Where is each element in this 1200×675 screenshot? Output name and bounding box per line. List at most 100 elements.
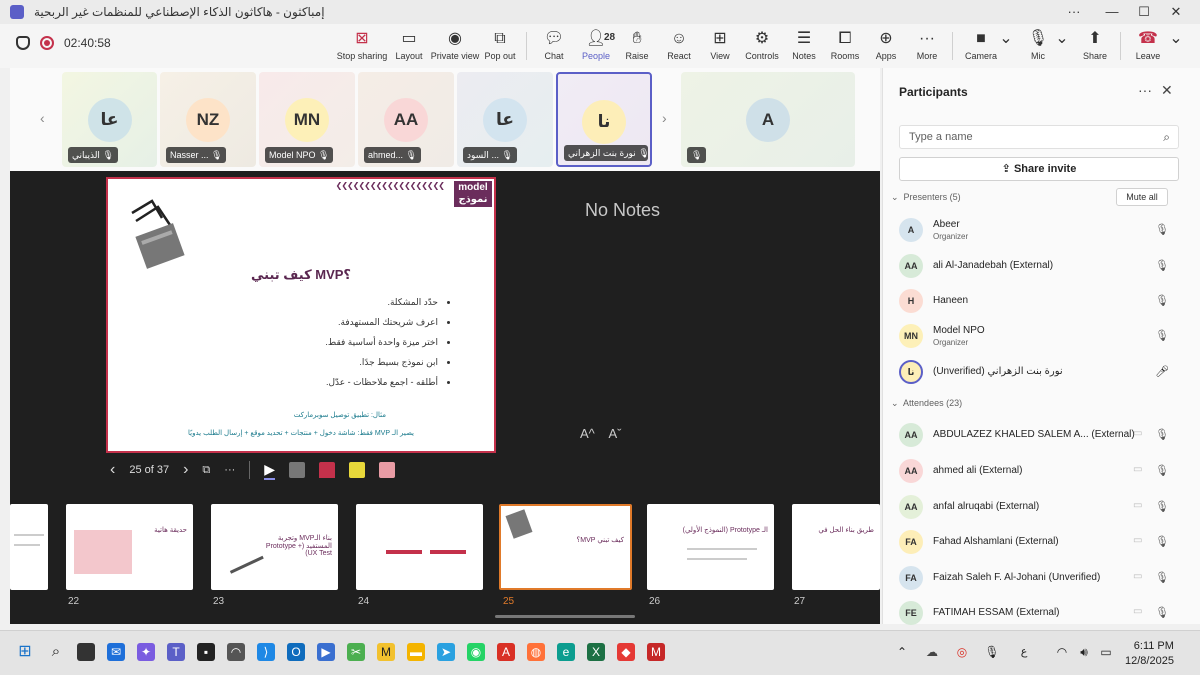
remote-desktop-icon[interactable]: ▶	[317, 643, 335, 661]
view-button[interactable]: ⊞ View	[708, 28, 732, 66]
mute-all-button[interactable]: Mute all	[1116, 188, 1168, 206]
laser-pointer-icon[interactable]: ▶	[264, 461, 276, 480]
raise-hand-button[interactable]: ✋︎ Raise	[625, 28, 649, 66]
battery-icon[interactable]: ▭	[1097, 643, 1115, 661]
whatsapp-icon[interactable]: ◉	[467, 643, 485, 661]
notes-button[interactable]: ☰ Notes	[791, 28, 817, 66]
eraser-icon[interactable]	[289, 462, 306, 478]
pink-pen-icon[interactable]	[379, 462, 396, 478]
previous-slide-button[interactable]: ‹	[110, 461, 115, 479]
leave-options-chevron[interactable]: ⌄	[1169, 28, 1182, 66]
participant-row[interactable]: H Haneen 🎙︎	[897, 286, 1197, 316]
participant-row[interactable]: AA ahmed ali (External) ▭ 🎙︎	[897, 456, 1197, 486]
wifi-icon[interactable]: ◠	[1053, 643, 1071, 661]
participant-tile[interactable]: عا الذيباني 🎙︎	[62, 72, 157, 167]
mail-icon[interactable]: ✉	[107, 643, 125, 661]
red-pen-icon[interactable]	[319, 462, 336, 478]
attendees-section-header[interactable]: ⌄ Attendees (23)	[891, 398, 962, 409]
search-input[interactable]: Type a name ⌕	[899, 125, 1179, 149]
taskbar-clock[interactable]: 6:11 PM 12/8/2025	[1125, 639, 1174, 669]
highlighter-icon[interactable]	[349, 462, 366, 478]
apps-button[interactable]: ⊕ Apps	[874, 28, 898, 66]
file-explorer-icon[interactable]: ▬	[407, 643, 425, 661]
participant-row[interactable]: FE FATIMAH ESSAM (External) ▭ 🎙︎	[897, 598, 1197, 628]
close-icon[interactable]: ✕	[1161, 82, 1173, 99]
windows-start-icon[interactable]: ⊞	[16, 643, 34, 661]
participant-row[interactable]: AA ali Al-Janadebah (External) 🎙︎	[897, 251, 1197, 281]
firefox-icon[interactable]: ◍	[527, 643, 545, 661]
participant-row[interactable]: MN Model NPO Organizer 🎙︎	[897, 321, 1197, 351]
mic-off-icon[interactable]: 🎙︎	[1155, 329, 1169, 342]
telegram-icon[interactable]: ➤	[437, 643, 455, 661]
more-options-icon[interactable]: ···	[1138, 82, 1152, 98]
app-icon[interactable]: ▪	[197, 643, 215, 661]
minimize-button[interactable]: —	[1098, 3, 1126, 21]
participant-row[interactable]: A Abeer Organizer 🎙︎	[897, 215, 1197, 245]
slide-thumbnail[interactable]: بناء الـMVP وتجربة المستفيد (Prototype +…	[211, 504, 338, 590]
search-icon[interactable]: ⌕	[47, 643, 65, 661]
participant-tile-active-speaker[interactable]: نا نورة بنت الزهراني 🎙︎	[556, 72, 652, 167]
volume-icon[interactable]: 🔊︎	[1075, 643, 1093, 661]
more-options-icon[interactable]: ···	[224, 464, 235, 476]
vscode-icon[interactable]: ⟩	[257, 643, 275, 661]
acrobat-icon[interactable]: A	[497, 643, 515, 661]
mic-off-icon[interactable]: 🎙︎	[1155, 259, 1169, 272]
recording-status-icon[interactable]: ◎	[953, 643, 971, 661]
participant-row[interactable]: AA anfal alruqabi (External) ▭ 🎙︎	[897, 492, 1197, 522]
mic-options-chevron[interactable]: ⌄	[1055, 28, 1068, 66]
camera-button[interactable]: ■ Camera	[964, 28, 998, 66]
share-button[interactable]: ⬆ Share	[1082, 28, 1108, 66]
headset-icon[interactable]: ◠	[227, 643, 245, 661]
chevron-right-icon[interactable]: ›	[662, 110, 667, 126]
grid-view-icon[interactable]: ⧉	[202, 464, 210, 477]
mic-off-icon[interactable]: 🎙︎	[1155, 606, 1169, 619]
slide-thumbnail[interactable]: طريق بناء الحل في	[792, 504, 880, 590]
mic-off-icon[interactable]: 🎙︎	[1155, 428, 1169, 441]
slide-thumbnail-partial[interactable]	[10, 504, 48, 590]
thumbnails-scrollbar[interactable]	[495, 615, 635, 618]
presenters-section-header[interactable]: ⌄ Presenters (5)	[891, 192, 961, 203]
mic-off-icon[interactable]: 🎙︎	[1155, 223, 1169, 236]
mic-off-icon[interactable]: 🎙︎	[1155, 500, 1169, 513]
font-decrease-button[interactable]: Aˇ	[609, 426, 622, 441]
maximize-button[interactable]: ☐	[1130, 3, 1158, 21]
layout-button[interactable]: ▭ Layout	[394, 28, 424, 66]
private-view-button[interactable]: ◉ Private view	[431, 28, 480, 66]
edge-icon[interactable]: e	[557, 643, 575, 661]
controls-button[interactable]: ⚙ Controls	[745, 28, 779, 66]
pop-out-button[interactable]: ⧉ Pop out	[484, 28, 516, 66]
participant-tile[interactable]: MN Model NPO 🎙︎	[259, 72, 355, 167]
participant-row[interactable]: AA ABDULAZEZ KHALED SALEM A... (External…	[897, 420, 1197, 450]
close-window-button[interactable]: ✕	[1162, 3, 1190, 21]
slide-thumbnail[interactable]: حديقة هاتية	[66, 504, 193, 590]
chat-button[interactable]: 💬︎ Chat	[541, 28, 567, 66]
participant-tile[interactable]: A 🎙︎	[681, 72, 855, 167]
chevron-left-icon[interactable]: ‹	[40, 110, 45, 126]
people-button[interactable]: 👤︎ 28 People	[580, 28, 615, 70]
slide-thumbnail-current[interactable]: كيف تبني MVP؟	[499, 504, 632, 590]
miro-icon[interactable]: M	[377, 643, 395, 661]
copilot-icon[interactable]: ✦	[137, 643, 155, 661]
participant-row[interactable]: FA Faizah Saleh F. Al-Johani (Unverified…	[897, 563, 1197, 593]
leave-button[interactable]: ☎ Leave	[1134, 28, 1162, 66]
participant-tile[interactable]: NZ Nasser ... 🎙︎	[160, 72, 256, 167]
mic-on-icon[interactable]: 🎤︎	[1155, 365, 1169, 378]
participant-row[interactable]: نا (Unverified) نورة بنت الزهراني 🎤︎	[897, 357, 1197, 387]
mic-button[interactable]: 🎙︎ Mic	[1028, 28, 1048, 66]
input-language[interactable]: ع	[1015, 643, 1033, 661]
next-slide-button[interactable]: ›	[183, 461, 188, 479]
mic-off-icon[interactable]: 🎙︎	[1155, 294, 1169, 307]
react-button[interactable]: ☺ React	[666, 28, 692, 66]
task-view-icon[interactable]	[77, 643, 95, 661]
mic-muted-icon[interactable]: 🎙︎	[983, 643, 1001, 661]
excel-icon[interactable]: X	[587, 643, 605, 661]
snipping-icon[interactable]: ✂	[347, 643, 365, 661]
participant-tile[interactable]: AA ahmed... 🎙︎	[358, 72, 454, 167]
mic-off-icon[interactable]: 🎙︎	[1155, 464, 1169, 477]
outlook-icon[interactable]: O	[287, 643, 305, 661]
rooms-button[interactable]: ⧠ Rooms	[830, 28, 860, 66]
chevron-up-icon[interactable]: ⌃	[893, 643, 911, 661]
mic-off-icon[interactable]: 🎙︎	[1155, 535, 1169, 548]
mic-off-icon[interactable]: 🎙︎	[1155, 571, 1169, 584]
participant-tile[interactable]: عا السود ... 🎙︎	[457, 72, 553, 167]
